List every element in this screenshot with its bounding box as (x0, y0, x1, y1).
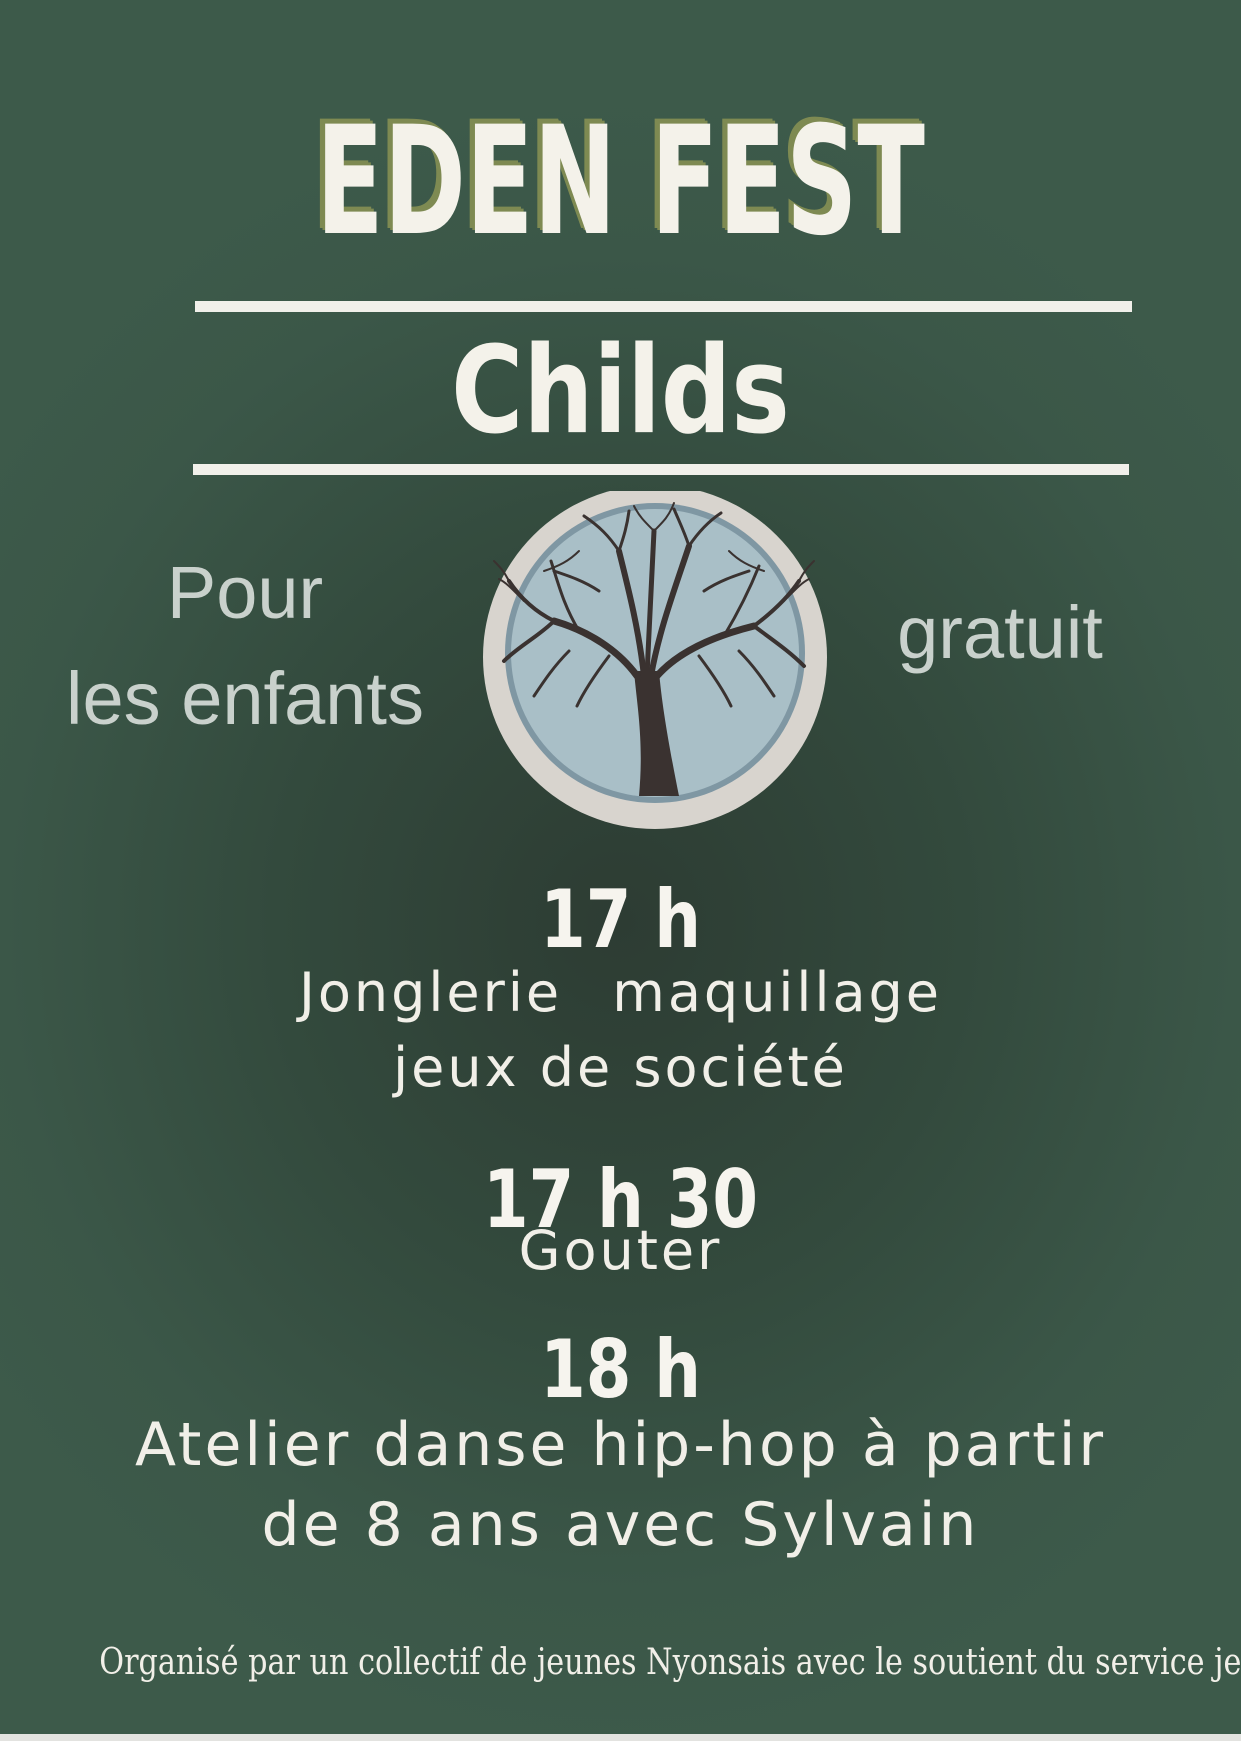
schedule-activity-2: Gouter (518, 1219, 723, 1282)
price-note: gratuit (897, 591, 1103, 674)
event-subtitle: Childs (451, 322, 790, 461)
bottom-edge (0, 1734, 1241, 1741)
audience-note: Pour les enfants (30, 540, 460, 752)
event-title: EDEN FEST (316, 95, 925, 269)
schedule-activity-3b: de 8 ans avec Sylvain (261, 1490, 980, 1560)
audience-note-line-1: Pour (166, 551, 324, 634)
divider-top (195, 301, 1132, 312)
divider-bottom (193, 464, 1129, 475)
poster: EDEN FEST Childs Pour les enfants gratui… (0, 0, 1241, 1741)
schedule-activity-3a: Atelier danse hip-hop à partir (134, 1410, 1107, 1480)
audience-note-line-2: les enfants (66, 657, 424, 740)
schedule-activity-1a: Jonglerie maquillage (298, 961, 943, 1024)
schedule-activity-1b: jeux de société (393, 1036, 848, 1099)
organizer-note: Organisé par un collectif de jeunes Nyon… (99, 1642, 1241, 1683)
tree-icon (483, 491, 827, 829)
